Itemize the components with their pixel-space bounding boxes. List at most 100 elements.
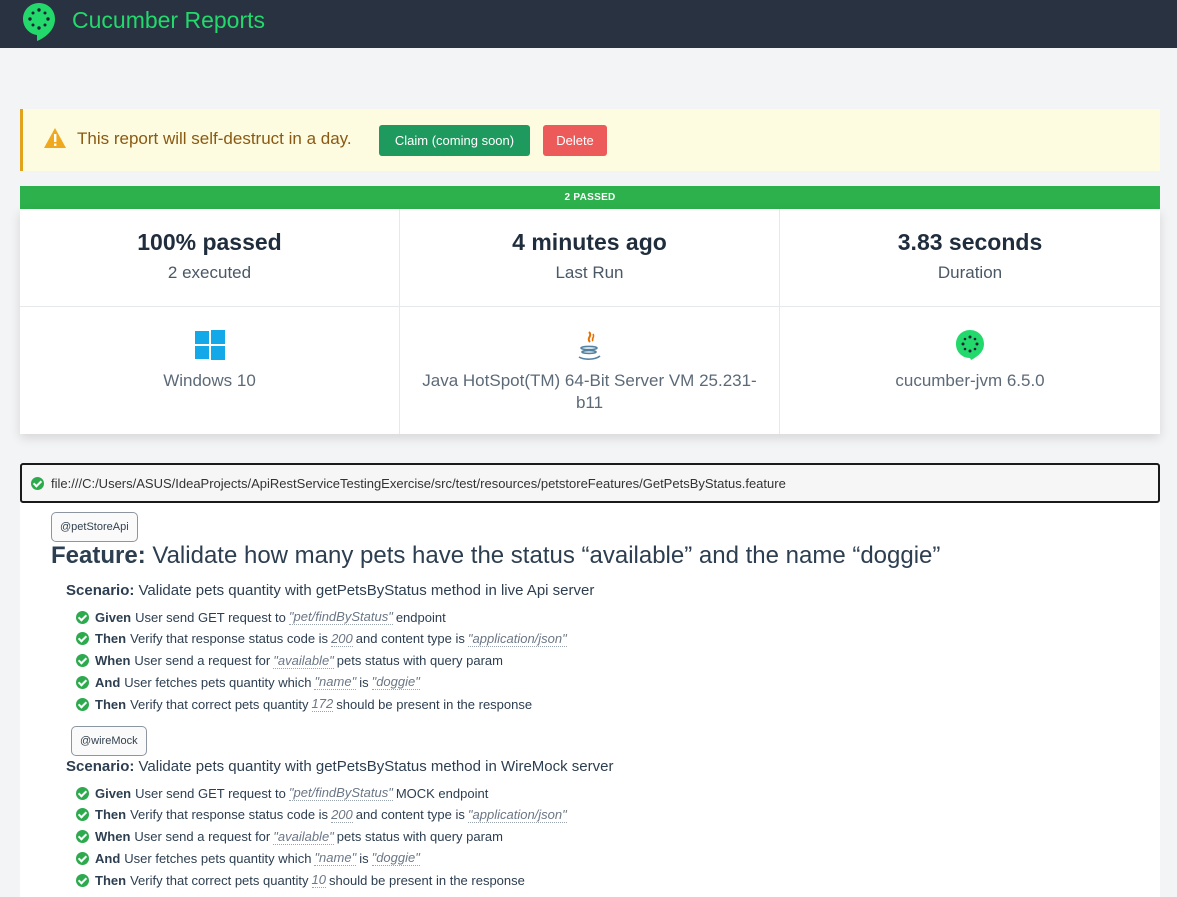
executed-count: 2 executed xyxy=(167,263,252,282)
step-text: Verify that response status code is xyxy=(130,631,329,647)
passed-status-bar: 2 PASSED xyxy=(20,186,1160,209)
runner-label: cucumber-jvm 6.5.0 xyxy=(895,371,1045,390)
step-text: and content type is xyxy=(355,807,465,823)
os-label: Windows 10 xyxy=(163,371,256,390)
feature-keyword: Feature: xyxy=(51,542,146,569)
summary-panel: 100% passed 2 executed 4 minutes ago Las… xyxy=(20,209,1160,434)
windows-icon xyxy=(194,330,225,360)
step-text: User fetches pets quantity which xyxy=(124,850,312,866)
step-keyword: Given xyxy=(95,609,132,625)
step-keyword: When xyxy=(95,653,131,669)
duration-stat: 3.83 seconds Duration xyxy=(780,209,1160,307)
step-text: pets status with query param xyxy=(336,653,503,669)
feature-title: Feature: Validate how many pets have the… xyxy=(51,542,940,570)
cucumber-icon xyxy=(956,330,984,360)
step-keyword: Given xyxy=(95,785,132,801)
brand-title[interactable]: Cucumber Reports xyxy=(72,7,265,34)
scenario-title[interactable]: Scenario: Validate pets quantity with ge… xyxy=(66,582,594,599)
passed-check-icon xyxy=(76,808,89,822)
step-argument: "available" xyxy=(273,652,334,669)
passed-check-icon xyxy=(76,873,89,887)
feature-section: file:///C:/Users/ASUS/IdeaProjects/ApiRe… xyxy=(20,463,1160,897)
step-text: and content type is xyxy=(355,631,465,647)
step-row: And User fetches pets quantity which "name… xyxy=(76,848,423,868)
step-text: is xyxy=(359,674,369,690)
step-argument: 200 xyxy=(331,630,353,647)
step-text: pets status with query param xyxy=(336,829,503,845)
os-info: Windows 10 xyxy=(20,307,400,434)
scenario-keyword: Scenario: xyxy=(66,758,135,775)
scenario-name: Validate pets quantity with getPetsBySta… xyxy=(138,582,595,599)
step-text: User send GET request to xyxy=(135,785,286,801)
step-row: Then Verify that correct pets quantity 10 s… xyxy=(76,870,525,890)
step-argument: "pet/findByStatus" xyxy=(288,785,393,801)
step-keyword: Then xyxy=(95,696,127,712)
step-argument: "application/json" xyxy=(467,630,567,647)
scenario-name: Validate pets quantity with getPetsBySta… xyxy=(138,758,614,775)
scenario-tag[interactable]: @wireMock xyxy=(71,726,147,756)
step-text: should be present in the response xyxy=(329,872,525,888)
warning-icon xyxy=(44,128,66,148)
step-argument: 10 xyxy=(311,872,327,889)
step-keyword: Then xyxy=(95,631,127,647)
last-run-stat: 4 minutes ago Last Run xyxy=(400,209,780,307)
duration-label: Duration xyxy=(937,263,1003,282)
step-row: Then Verify that response status code is 2… xyxy=(76,629,570,649)
runner-info: cucumber-jvm 6.5.0 xyxy=(780,307,1160,434)
last-run-label: Last Run xyxy=(555,263,624,282)
passed-check-icon xyxy=(76,632,89,646)
cucumber-logo-icon[interactable] xyxy=(22,2,56,42)
step-argument: 200 xyxy=(331,806,353,823)
step-row: When User send a request for "available" pe… xyxy=(76,827,503,847)
jvm-label: Java HotSpot(TM) 64-Bit Server VM 25.231… xyxy=(422,371,757,412)
passed-check-icon xyxy=(31,476,44,490)
step-text: should be present in the response xyxy=(336,696,533,712)
java-icon xyxy=(578,331,600,360)
passed-check-icon xyxy=(76,830,89,844)
step-text: endpoint xyxy=(395,609,446,625)
step-keyword: And xyxy=(95,850,121,866)
passed-stat: 100% passed 2 executed xyxy=(20,209,400,307)
step-text: Verify that correct pets quantity xyxy=(130,872,309,888)
step-argument: "name" xyxy=(314,674,357,691)
step-row: Given User send GET request to "pet/findBy… xyxy=(76,607,446,627)
step-argument: "doggie" xyxy=(371,850,420,867)
scenario-title[interactable]: Scenario: Validate pets quantity with ge… xyxy=(66,758,613,775)
scenario-keyword: Scenario: xyxy=(66,582,135,599)
step-row: Then Verify that correct pets quantity 172… xyxy=(76,694,532,714)
step-keyword: When xyxy=(95,829,131,845)
step-argument: "name" xyxy=(314,850,357,867)
passed-check-icon xyxy=(76,654,89,668)
passed-check-icon xyxy=(76,786,89,800)
step-row: And User fetches pets quantity which "name… xyxy=(76,672,423,692)
step-row: Given User send GET request to "pet/findBy… xyxy=(76,783,488,803)
passed-percent: 100% passed xyxy=(137,229,282,255)
duration-value: 3.83 seconds xyxy=(897,229,1043,255)
step-keyword: Then xyxy=(95,872,127,888)
top-navbar: Cucumber Reports xyxy=(0,0,1177,48)
delete-button[interactable]: Delete xyxy=(543,125,607,156)
step-argument: "doggie" xyxy=(371,674,420,691)
step-text: Verify that response status code is xyxy=(130,807,329,823)
passed-check-icon xyxy=(76,675,89,689)
step-text: Verify that correct pets quantity xyxy=(130,696,309,712)
self-destruct-banner: This report will self-destruct in a day.… xyxy=(20,109,1160,171)
step-text: User send a request for xyxy=(134,829,271,845)
step-text: User send GET request to xyxy=(135,609,286,625)
step-row: Then Verify that response status code is 2… xyxy=(76,805,570,825)
step-row: When User send a request for "available" pe… xyxy=(76,651,503,671)
step-text: is xyxy=(359,850,369,866)
banner-message: This report will self-destruct in a day. xyxy=(77,129,352,148)
step-argument: 172 xyxy=(311,696,334,713)
feature-name: Validate how many pets have the status “… xyxy=(152,542,941,569)
step-keyword: Then xyxy=(95,807,127,823)
step-text: MOCK endpoint xyxy=(395,785,489,801)
step-argument: "application/json" xyxy=(467,806,567,823)
passed-check-icon xyxy=(76,851,89,865)
step-text: User send a request for xyxy=(134,653,271,669)
feature-file-bar[interactable]: file:///C:/Users/ASUS/IdeaProjects/ApiRe… xyxy=(20,463,1160,503)
feature-tag[interactable]: @petStoreApi xyxy=(51,512,138,542)
claim-button[interactable]: Claim (coming soon) xyxy=(379,125,530,156)
step-keyword: And xyxy=(95,674,121,690)
feature-file-path[interactable]: file:///C:/Users/ASUS/IdeaProjects/ApiRe… xyxy=(51,476,786,491)
